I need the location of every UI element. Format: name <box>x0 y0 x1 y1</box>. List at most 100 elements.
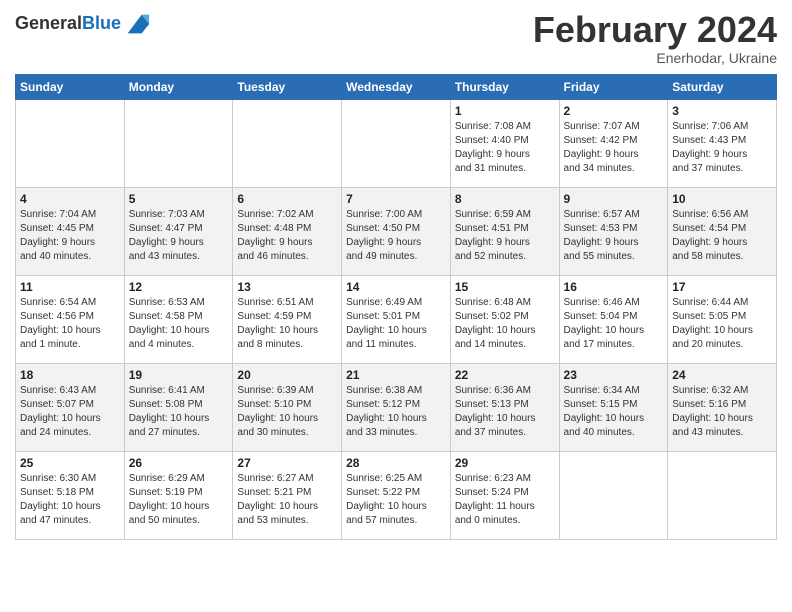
day-number: 4 <box>20 192 120 206</box>
calendar-week-row: 1Sunrise: 7:08 AM Sunset: 4:40 PM Daylig… <box>16 99 777 187</box>
calendar-cell <box>559 451 668 539</box>
day-number: 24 <box>672 368 772 382</box>
day-info: Sunrise: 6:46 AM Sunset: 5:04 PM Dayligh… <box>564 296 664 352</box>
day-info: Sunrise: 6:51 AM Sunset: 4:59 PM Dayligh… <box>237 296 337 352</box>
calendar-cell: 4 Sunrise: 7:04 AM Sunset: 4:45 PM Daylig… <box>16 187 125 275</box>
day-number: 17 <box>672 280 772 294</box>
day-number: 16 <box>564 280 664 294</box>
day-info: Sunrise: 7:06 AM Sunset: 4:43 PM Dayligh… <box>672 120 772 176</box>
day-number: 29 <box>455 456 555 470</box>
day-number: 13 <box>237 280 337 294</box>
logo-blue-text: Blue <box>82 13 121 33</box>
calendar-cell <box>668 451 777 539</box>
calendar-cell <box>342 99 451 187</box>
calendar-cell: 16 Sunrise: 6:46 AM Sunset: 5:04 PM Dayli… <box>559 275 668 363</box>
day-number: 2 <box>564 104 664 118</box>
month-title: February 2024 <box>533 10 777 50</box>
day-info: Sunrise: 6:57 AM Sunset: 4:53 PM Dayligh… <box>564 208 664 264</box>
day-number: 20 <box>237 368 337 382</box>
calendar-cell <box>16 99 125 187</box>
calendar-cell: 7 Sunrise: 7:00 AM Sunset: 4:50 PM Daylig… <box>342 187 451 275</box>
day-number: 6 <box>237 192 337 206</box>
day-info: Sunrise: 6:25 AM Sunset: 5:22 PM Dayligh… <box>346 472 446 528</box>
day-number: 11 <box>20 280 120 294</box>
day-number: 14 <box>346 280 446 294</box>
day-number: 23 <box>564 368 664 382</box>
calendar-cell: 6Sunrise: 7:02 AM Sunset: 4:48 PM Daylig… <box>233 187 342 275</box>
calendar-cell: 11 Sunrise: 6:54 AM Sunset: 4:56 PM Dayli… <box>16 275 125 363</box>
day-info: Sunrise: 7:04 AM Sunset: 4:45 PM Dayligh… <box>20 208 120 264</box>
calendar-cell: 26 Sunrise: 6:29 AM Sunset: 5:19 PM Dayli… <box>124 451 233 539</box>
calendar-cell: 17Sunrise: 6:44 AM Sunset: 5:05 PM Dayli… <box>668 275 777 363</box>
day-info: Sunrise: 6:32 AM Sunset: 5:16 PM Dayligh… <box>672 384 772 440</box>
calendar-cell: 3 Sunrise: 7:06 AM Sunset: 4:43 PM Daylig… <box>668 99 777 187</box>
day-number: 25 <box>20 456 120 470</box>
day-number: 8 <box>455 192 555 206</box>
day-number: 18 <box>20 368 120 382</box>
day-info: Sunrise: 6:23 AM Sunset: 5:24 PM Dayligh… <box>455 472 555 528</box>
weekday-header: Wednesday <box>342 74 451 99</box>
calendar-cell: 25 Sunrise: 6:30 AM Sunset: 5:18 PM Dayli… <box>16 451 125 539</box>
day-number: 10 <box>672 192 772 206</box>
day-info: Sunrise: 6:49 AM Sunset: 5:01 PM Dayligh… <box>346 296 446 352</box>
day-info: Sunrise: 6:53 AM Sunset: 4:58 PM Dayligh… <box>129 296 229 352</box>
day-number: 3 <box>672 104 772 118</box>
day-number: 19 <box>129 368 229 382</box>
day-number: 7 <box>346 192 446 206</box>
calendar-cell: 8Sunrise: 6:59 AM Sunset: 4:51 PM Daylig… <box>450 187 559 275</box>
title-block: February 2024 Enerhodar, Ukraine <box>533 10 777 66</box>
day-info: Sunrise: 6:54 AM Sunset: 4:56 PM Dayligh… <box>20 296 120 352</box>
day-info: Sunrise: 6:27 AM Sunset: 5:21 PM Dayligh… <box>237 472 337 528</box>
day-number: 27 <box>237 456 337 470</box>
day-info: Sunrise: 6:41 AM Sunset: 5:08 PM Dayligh… <box>129 384 229 440</box>
calendar-cell: 19 Sunrise: 6:41 AM Sunset: 5:08 PM Dayli… <box>124 363 233 451</box>
logo-general-text: General <box>15 13 82 33</box>
day-info: Sunrise: 6:36 AM Sunset: 5:13 PM Dayligh… <box>455 384 555 440</box>
calendar-cell: 9 Sunrise: 6:57 AM Sunset: 4:53 PM Daylig… <box>559 187 668 275</box>
calendar-cell <box>233 99 342 187</box>
weekday-header: Sunday <box>16 74 125 99</box>
day-info: Sunrise: 6:34 AM Sunset: 5:15 PM Dayligh… <box>564 384 664 440</box>
calendar-cell: 15 Sunrise: 6:48 AM Sunset: 5:02 PM Dayli… <box>450 275 559 363</box>
day-number: 15 <box>455 280 555 294</box>
calendar-cell: 13 Sunrise: 6:51 AM Sunset: 4:59 PM Dayli… <box>233 275 342 363</box>
calendar-cell: 2 Sunrise: 7:07 AM Sunset: 4:42 PM Daylig… <box>559 99 668 187</box>
day-number: 28 <box>346 456 446 470</box>
calendar-cell: 10 Sunrise: 6:56 AM Sunset: 4:54 PM Dayli… <box>668 187 777 275</box>
calendar-cell: 12 Sunrise: 6:53 AM Sunset: 4:58 PM Dayli… <box>124 275 233 363</box>
day-info: Sunrise: 6:29 AM Sunset: 5:19 PM Dayligh… <box>129 472 229 528</box>
logo: GeneralBlue <box>15 10 151 38</box>
day-number: 21 <box>346 368 446 382</box>
day-number: 5 <box>129 192 229 206</box>
calendar-cell: 27 Sunrise: 6:27 AM Sunset: 5:21 PM Dayli… <box>233 451 342 539</box>
day-number: 9 <box>564 192 664 206</box>
logo-icon <box>123 10 151 38</box>
calendar-cell: 22 Sunrise: 6:36 AM Sunset: 5:13 PM Dayli… <box>450 363 559 451</box>
calendar-week-row: 11 Sunrise: 6:54 AM Sunset: 4:56 PM Dayli… <box>16 275 777 363</box>
day-number: 26 <box>129 456 229 470</box>
day-info: Sunrise: 7:07 AM Sunset: 4:42 PM Dayligh… <box>564 120 664 176</box>
calendar-cell: 20Sunrise: 6:39 AM Sunset: 5:10 PM Dayli… <box>233 363 342 451</box>
calendar-cell: 1Sunrise: 7:08 AM Sunset: 4:40 PM Daylig… <box>450 99 559 187</box>
calendar-cell: 14 Sunrise: 6:49 AM Sunset: 5:01 PM Dayli… <box>342 275 451 363</box>
day-info: Sunrise: 6:48 AM Sunset: 5:02 PM Dayligh… <box>455 296 555 352</box>
location: Enerhodar, Ukraine <box>533 50 777 66</box>
weekday-header: Thursday <box>450 74 559 99</box>
calendar-cell <box>124 99 233 187</box>
calendar-cell: 5 Sunrise: 7:03 AM Sunset: 4:47 PM Daylig… <box>124 187 233 275</box>
day-info: Sunrise: 7:03 AM Sunset: 4:47 PM Dayligh… <box>129 208 229 264</box>
weekday-header: Friday <box>559 74 668 99</box>
day-info: Sunrise: 7:00 AM Sunset: 4:50 PM Dayligh… <box>346 208 446 264</box>
day-info: Sunrise: 6:43 AM Sunset: 5:07 PM Dayligh… <box>20 384 120 440</box>
weekday-header: Saturday <box>668 74 777 99</box>
calendar-cell: 24 Sunrise: 6:32 AM Sunset: 5:16 PM Dayli… <box>668 363 777 451</box>
day-number: 22 <box>455 368 555 382</box>
day-info: Sunrise: 6:56 AM Sunset: 4:54 PM Dayligh… <box>672 208 772 264</box>
day-number: 12 <box>129 280 229 294</box>
calendar-cell: 28 Sunrise: 6:25 AM Sunset: 5:22 PM Dayli… <box>342 451 451 539</box>
page-header: GeneralBlue February 2024 Enerhodar, Ukr… <box>15 10 777 66</box>
calendar-cell: 23 Sunrise: 6:34 AM Sunset: 5:15 PM Dayli… <box>559 363 668 451</box>
calendar-week-row: 4 Sunrise: 7:04 AM Sunset: 4:45 PM Daylig… <box>16 187 777 275</box>
day-info: Sunrise: 6:38 AM Sunset: 5:12 PM Dayligh… <box>346 384 446 440</box>
day-info: Sunrise: 6:30 AM Sunset: 5:18 PM Dayligh… <box>20 472 120 528</box>
